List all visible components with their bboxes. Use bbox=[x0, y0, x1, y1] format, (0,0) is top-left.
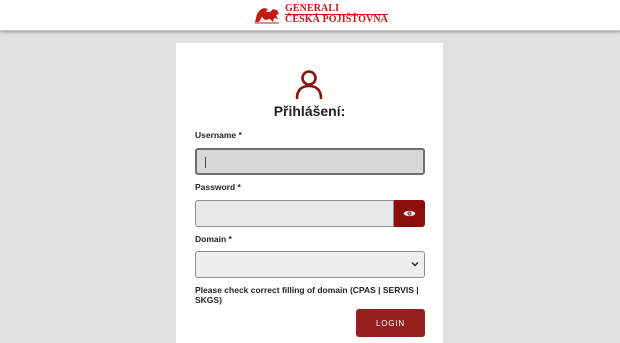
domain-label: Domain * bbox=[195, 234, 232, 244]
login-card: Přihlášení: Username * Password * Domain… bbox=[176, 43, 443, 343]
brand-line-1: GENERALI bbox=[285, 2, 340, 14]
user-icon bbox=[295, 70, 323, 99]
brand-line-2: ČESKÁ POJIŠŤOVNA bbox=[285, 13, 389, 25]
domain-select[interactable] bbox=[195, 251, 425, 278]
login-button[interactable]: LOGIN bbox=[356, 309, 425, 337]
password-field[interactable] bbox=[195, 200, 394, 227]
domain-hint: Please check correct filling of domain (… bbox=[195, 285, 419, 305]
password-label: Password * bbox=[195, 182, 241, 192]
top-bar: GENERALI ČESKÁ POJIŠŤOVNA bbox=[0, 0, 620, 31]
lion-logo-icon bbox=[253, 4, 281, 24]
chevron-down-icon bbox=[411, 262, 419, 267]
generali-logo[interactable]: GENERALI ČESKÁ POJIŠŤOVNA bbox=[253, 2, 389, 25]
text-caret bbox=[205, 157, 206, 168]
username-field[interactable] bbox=[195, 148, 425, 175]
page-title: Přihlášení: bbox=[273, 103, 346, 119]
brand-text: GENERALI ČESKÁ POJIŠŤOVNA bbox=[285, 2, 389, 25]
eye-icon bbox=[403, 210, 416, 217]
username-label: Username * bbox=[195, 130, 242, 140]
show-password-button[interactable] bbox=[394, 200, 425, 227]
